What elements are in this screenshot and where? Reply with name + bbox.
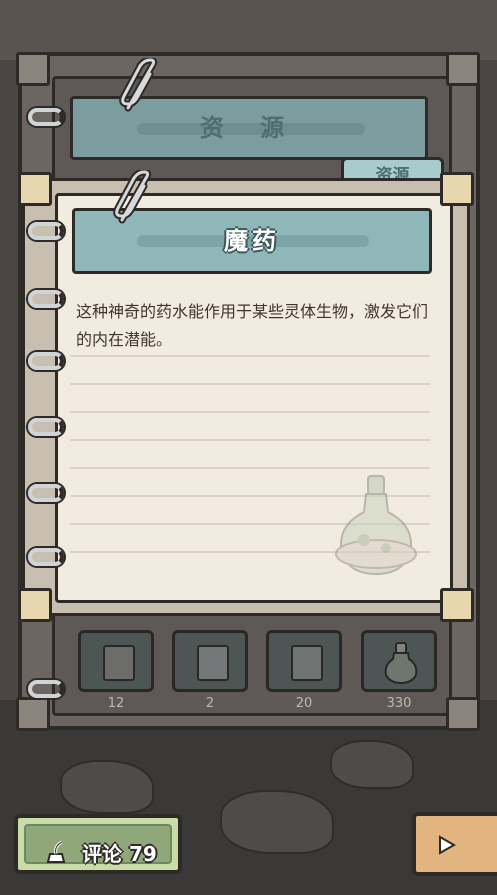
panel-corner	[18, 588, 52, 622]
binder-ring	[28, 222, 64, 240]
background-top	[0, 0, 497, 60]
tome-icon	[291, 645, 323, 681]
next-button[interactable]	[412, 812, 497, 876]
inventory-slot-3[interactable]	[266, 630, 342, 692]
panel-corner	[16, 697, 50, 731]
ruled-line	[70, 411, 430, 413]
ruled-line	[70, 439, 430, 441]
inventory-count-1: 12	[107, 696, 125, 711]
binder-ring	[28, 484, 64, 502]
inventory-count-4: 330	[386, 696, 412, 711]
paperclip-icon	[119, 58, 158, 112]
comment-button-inner: 评论 79	[24, 824, 172, 866]
panel-corner	[18, 172, 52, 206]
panel-corner	[446, 52, 480, 86]
background-rock	[220, 790, 334, 854]
paperclip-icon	[113, 170, 152, 224]
comment-button[interactable]: 评论 79	[14, 814, 182, 874]
inventory-slot-2[interactable]	[172, 630, 248, 692]
binder-ring	[28, 352, 64, 370]
background-rock	[330, 740, 414, 789]
binder-ring	[28, 108, 64, 126]
spellbook-icon	[197, 645, 229, 681]
quill-icon	[46, 840, 66, 863]
ruled-line	[70, 383, 430, 385]
inventory-count-2: 2	[205, 696, 215, 711]
binder-ring	[28, 290, 64, 308]
potion-icon	[384, 642, 418, 685]
binder-ring	[28, 418, 64, 436]
panel-corner	[446, 697, 480, 731]
inventory-slot-1[interactable]	[78, 630, 154, 692]
ruled-line	[70, 467, 430, 469]
item-description: 这种神奇的药水能作用于某些灵体生物，激发它们的内在潜能。	[76, 302, 429, 349]
panel-corner	[440, 588, 474, 622]
ruled-line	[70, 355, 430, 357]
arrow-right-icon	[439, 835, 457, 855]
panel-corner	[16, 52, 50, 86]
book-icon	[103, 645, 135, 681]
panel-corner	[440, 172, 474, 206]
inventory-slot-4[interactable]	[361, 630, 437, 692]
inventory-count-3: 20	[295, 696, 313, 711]
comment-label: 评论 79	[82, 842, 157, 866]
background-rock	[60, 760, 154, 814]
binder-ring	[28, 548, 64, 566]
binder-ring	[28, 680, 64, 698]
potion-illustration-icon	[335, 475, 417, 576]
